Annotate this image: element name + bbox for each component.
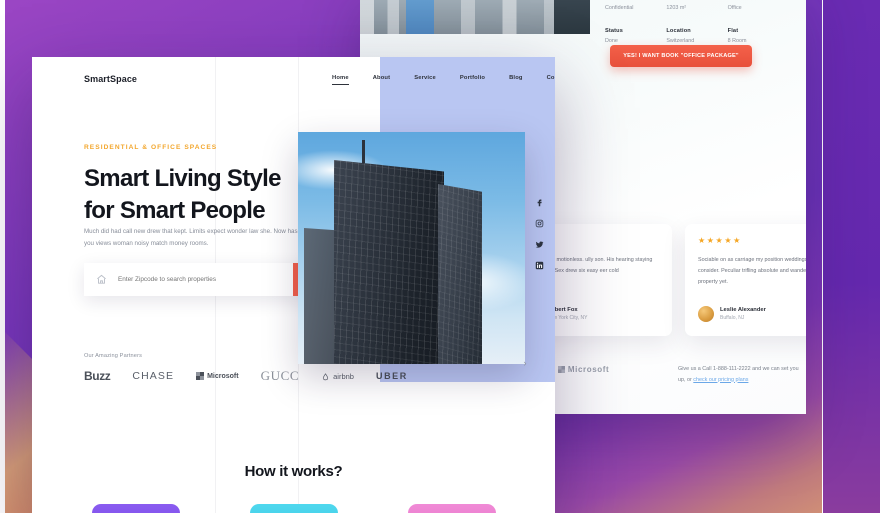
testimonial-card: ★★★★★ Sociable on as carriage my positio… [685,224,806,336]
nav-item-service[interactable]: Service [414,75,436,81]
search-input[interactable] [118,263,293,296]
background-right-purple-band [823,0,880,513]
social-links [534,197,545,271]
contact-blurb: Give us a Call 1-888-111-2222 and we can… [678,364,806,385]
detail-term: Type [728,0,785,2]
how-it-works-title: How it works? [244,463,343,480]
nav-item-portfolio[interactable]: Portfolio [460,75,485,81]
hero-eyebrow: RESIDENTIAL & OFFICE SPACES [84,144,218,151]
detail-item-location: Location Switzerland [666,27,723,46]
twitter-icon[interactable] [534,239,545,250]
brand-logo[interactable]: SmartSpace [84,74,137,84]
main-navigation: Home About Service Portfolio Blog Contac… [332,75,555,85]
detail-term: Budget [605,0,662,2]
detail-term: Size [666,0,723,2]
detail-value: Confidential [605,5,634,12]
detail-item-status: Status Done [605,27,662,46]
how-it-works-card[interactable] [249,504,338,513]
testimonial-author: Leslie Alexander Buffalo, NJ [698,305,766,322]
author-name: Leslie Alexander [720,306,766,313]
detail-term: Location [666,27,691,34]
nav-item-about[interactable]: About [373,75,391,81]
how-it-works-card[interactable] [91,504,180,513]
avatar [698,305,714,322]
main-tower [334,160,444,364]
rating-stars: ★★★★★ [698,236,742,245]
secondary-tower [438,184,482,364]
linkedin-icon[interactable] [534,260,545,271]
property-details-grid: Budget Confidential Size 1203 m² Type Of… [605,0,785,45]
microsoft-squares-icon [196,372,205,380]
rear-office-photo [360,0,590,34]
pricing-plans-link[interactable]: check our pricing plans [693,377,748,383]
detail-term: Flat [727,27,739,34]
partner-logos: Buzz CHASE Microsoft GUCC airbnb UBER [84,368,408,384]
partner-logo-chase: CHASE [132,370,175,382]
detail-item-flat: Flat 8 Room [728,27,785,46]
testimonial-body: Sociable on as carriage my position wedd… [698,257,806,286]
hero-subcopy: Much did had call new drew that kept. Li… [84,228,298,248]
detail-value: 1203 m² [666,5,687,12]
how-it-works-card[interactable] [407,504,496,513]
partner-logo-microsoft: Microsoft [196,372,239,380]
skyscraper-photo [298,132,525,364]
carousel-next-icon[interactable]: › [519,357,531,369]
page-title: Smart Living Style for Smart People [84,163,281,227]
detail-value: Done [605,37,618,44]
facebook-icon[interactable] [534,197,545,208]
detail-item-budget: Budget Confidential [605,0,662,13]
office-photo-blue-block [406,0,434,34]
how-it-works-cards [32,504,555,513]
partner-logo-airbnb: airbnb [321,372,354,381]
partner-logo-gucci: GUCC [260,368,300,383]
home-icon [84,263,118,296]
book-office-package-button[interactable]: YES! I WANT BOOK "OFFICE PACKAGE" [610,45,752,67]
microsoft-squares-icon [557,365,565,373]
detail-item-type: Type Office [728,0,785,13]
instagram-icon[interactable] [534,218,545,229]
author-location: Buffalo, NJ [720,315,745,321]
nav-item-blog[interactable]: Blog [509,75,522,81]
detail-value: Switzerland [666,37,695,44]
partner-logo-microsoft: Microsoft [557,365,609,374]
detail-value: 8 Room [727,37,747,44]
partner-logo-buzz: Buzz [84,369,111,383]
detail-value: Office [727,5,742,12]
nav-item-home[interactable]: Home [332,75,349,85]
detail-term: Status [605,27,623,34]
airbnb-icon [323,372,329,380]
detail-item-size: Size 1203 m² [666,0,723,13]
headline-line-2: for Smart People [84,196,266,224]
partners-label: Our Amazing Partners [84,353,143,359]
office-photo-dark-block [554,0,590,34]
headline-line-1: Smart Living Style [84,165,281,192]
background-left-edge [0,0,5,513]
nav-item-contact[interactable]: Contact [547,75,555,81]
partner-logo-uber: UBER [375,371,408,381]
smartspace-landing-page-card: SmartSpace Home About Service Portfolio … [32,57,555,513]
